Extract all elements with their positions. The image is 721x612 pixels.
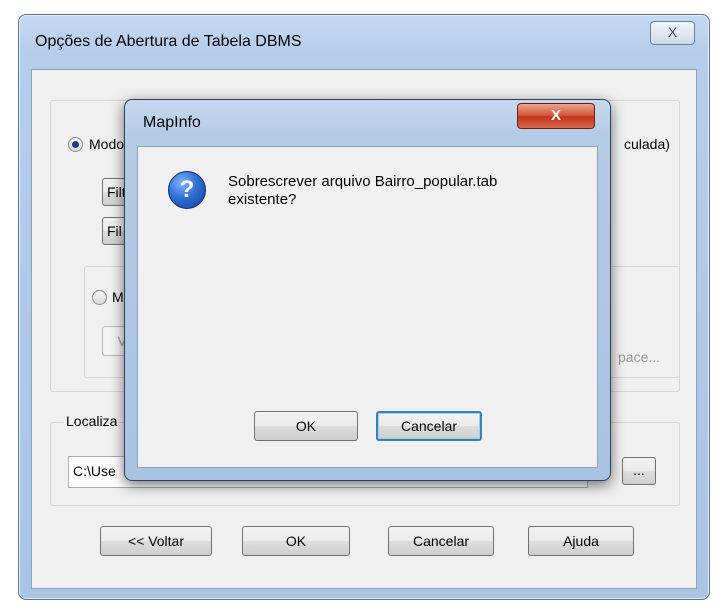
partial-option-label: culada) [624,136,670,152]
message-line-2: existente? [228,191,297,208]
dialog-title: Opções de Abertura de Tabela DBMS [35,33,302,50]
close-button[interactable]: X [650,21,695,45]
mode-radio-label: Modo [89,136,125,152]
mode-radio[interactable] [68,137,83,152]
mode-radio-2-label: M [112,289,124,305]
mapinfo-message-box: MapInfo X ? Sobrescrever arquivo Bairro_… [124,99,611,481]
message-text: Sobrescrever arquivo Bairro_popular.tab … [228,173,568,209]
message-line-1: Sobrescrever arquivo Bairro_popular.tab [228,173,498,190]
back-button[interactable]: << Voltar [100,526,212,556]
question-icon: ? [168,171,206,209]
mode-radio-2[interactable] [92,290,107,305]
ok-button[interactable]: OK [242,526,350,556]
tablespace-label: pace... [618,349,661,365]
help-button[interactable]: Ajuda [528,526,634,556]
message-box-title: MapInfo [143,114,201,131]
cancel-button[interactable]: Cancelar [388,526,494,556]
message-box-client-area: ? Sobrescrever arquivo Bairro_popular.ta… [137,146,598,468]
browse-button[interactable]: ... [622,457,656,485]
message-box-close-button[interactable]: X [517,103,595,129]
localization-label: Localiza [64,413,120,429]
message-ok-button[interactable]: OK [254,411,358,441]
message-cancel-button[interactable]: Cancelar [376,411,482,441]
